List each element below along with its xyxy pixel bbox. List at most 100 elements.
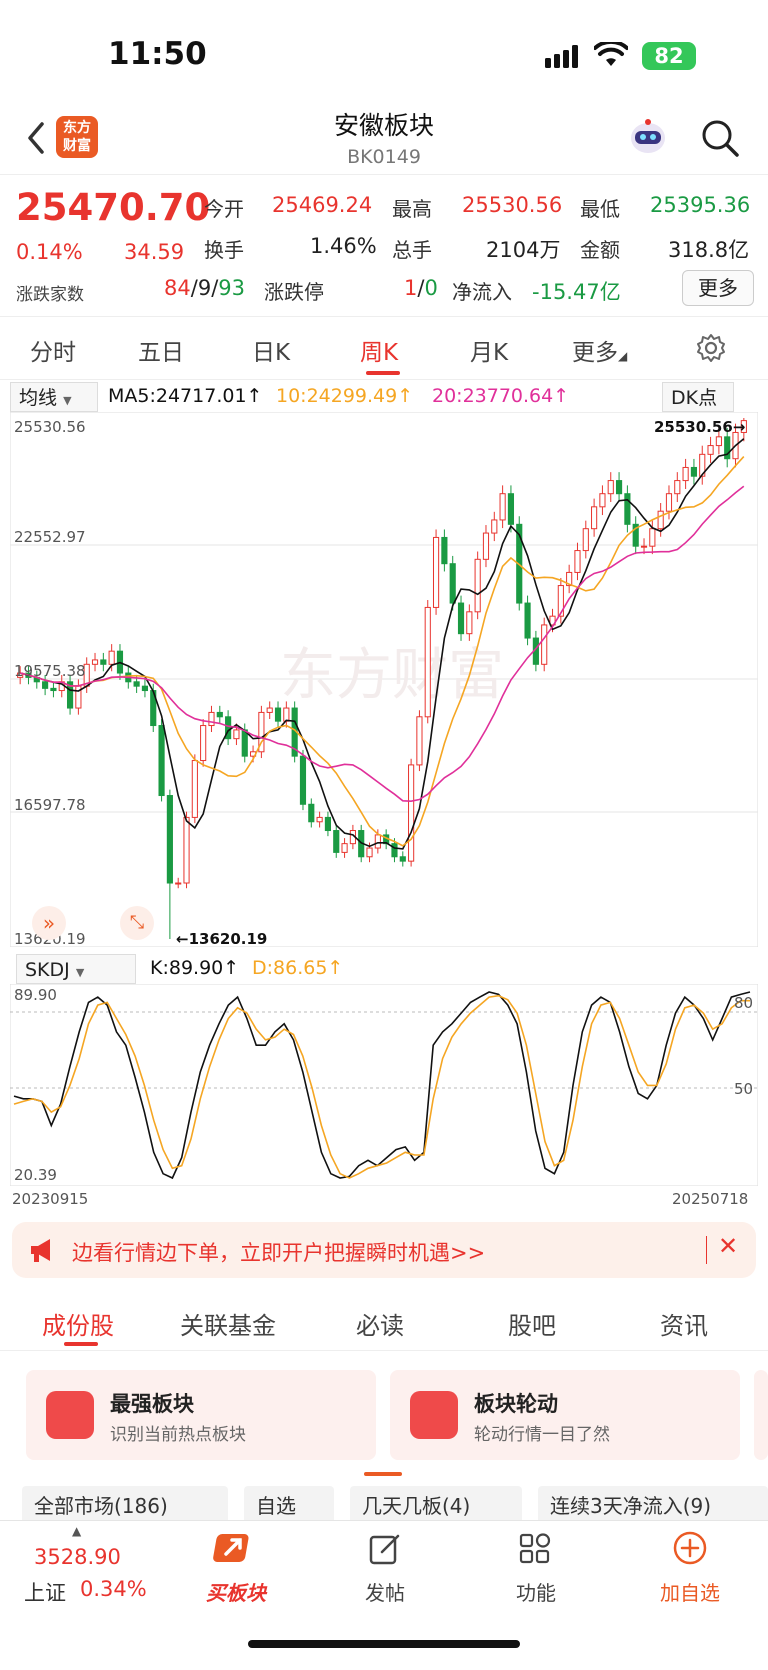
candle-body xyxy=(624,493,631,525)
open-value: 25469.24 xyxy=(272,193,373,217)
candle-body xyxy=(391,843,398,858)
limit-down-count: 0 xyxy=(424,276,438,300)
tab-monthly-k[interactable]: 月K xyxy=(470,333,508,367)
candle-body xyxy=(316,816,323,823)
volume-label: 总手 xyxy=(392,238,432,262)
strongest-sector-card[interactable]: 最强板块 识别当前热点板块 xyxy=(26,1370,376,1460)
card-title: 板块轮动 xyxy=(474,1392,558,1416)
candle-body xyxy=(649,528,656,547)
candle-body xyxy=(491,519,498,534)
dropdown-triangle-icon: ◢ xyxy=(618,349,628,363)
index-pct[interactable]: 0.34% xyxy=(80,1577,147,1601)
ma-select[interactable]: 均线 ▼ xyxy=(10,382,98,412)
candle-body xyxy=(374,834,381,849)
candle-body xyxy=(482,532,490,560)
active-tab-indicator xyxy=(64,1342,98,1346)
expand-up-icon[interactable]: ▲ xyxy=(72,1524,81,1538)
open-label: 今开 xyxy=(204,197,244,221)
down-count: 93 xyxy=(218,276,245,300)
chevron-down-icon: ▼ xyxy=(75,966,85,979)
k-value: K:89.90↑ xyxy=(150,957,240,979)
period-tabs: 分时 五日 日K 周K 月K 更多◢ xyxy=(0,316,768,380)
more-quote-button[interactable]: 更多 xyxy=(682,270,754,306)
candle-body xyxy=(158,725,165,797)
indicator-select[interactable]: SKDJ ▼ xyxy=(16,954,136,984)
limit-up-count: 1 xyxy=(404,276,418,300)
functions-grid-icon[interactable] xyxy=(518,1532,552,1566)
price-axis-mid1: 22552.97 xyxy=(14,528,86,546)
tab-news[interactable]: 资讯 xyxy=(660,1306,708,1341)
card-title: 最强板块 xyxy=(110,1392,194,1416)
high-label: 最高 xyxy=(392,197,432,221)
candle-body xyxy=(591,506,598,530)
tab-must-read[interactable]: 必读 xyxy=(356,1306,404,1341)
search-icon[interactable] xyxy=(700,118,740,158)
candle-body xyxy=(449,563,456,604)
candle-body xyxy=(474,558,481,613)
sector-rotation-card[interactable]: 板块轮动 轮动行情一目了然 xyxy=(390,1370,740,1460)
indicator-axis-top: 89.90 xyxy=(14,986,57,1004)
wifi-icon xyxy=(594,42,628,66)
expand-left-icon[interactable]: » xyxy=(32,906,66,940)
ma5-value: MA5:24717.01↑ xyxy=(108,385,263,407)
buy-sector-label[interactable]: 买板块 xyxy=(196,1577,276,1606)
candle-body xyxy=(333,830,340,853)
candle-body xyxy=(607,480,614,495)
post-edit-icon[interactable] xyxy=(368,1532,402,1566)
divider xyxy=(706,1236,707,1264)
volume-value: 2104万 xyxy=(486,238,561,262)
index-name[interactable]: 上证 xyxy=(24,1577,66,1607)
turnover-value: 1.46% xyxy=(310,234,377,258)
settings-gear-icon[interactable] xyxy=(696,333,726,363)
price-axis-mid2: 19575.38 xyxy=(14,662,86,680)
candle-body xyxy=(133,681,140,687)
next-card-peek xyxy=(754,1370,768,1460)
clock: 11:50 xyxy=(108,36,207,72)
tab-daily-k[interactable]: 日K xyxy=(252,333,290,367)
functions-label[interactable]: 功能 xyxy=(496,1577,576,1606)
kline-chart[interactable]: 东方财富 xyxy=(10,412,758,947)
promo-text[interactable]: 边看行情边下单，立即开户把握瞬时机遇>> xyxy=(72,1237,485,1267)
status-bar: 11:50 82 xyxy=(0,0,768,100)
candle-body xyxy=(408,764,415,862)
divider xyxy=(0,1350,768,1351)
candle-body xyxy=(457,602,465,635)
max-price-marker: 25530.56→ xyxy=(654,418,746,436)
candle-body xyxy=(574,550,581,573)
indicator-level-50: 50 xyxy=(734,1080,754,1098)
candle-body xyxy=(50,687,57,692)
assistant-robot-icon[interactable] xyxy=(628,116,668,158)
buy-sector-icon[interactable] xyxy=(210,1530,256,1570)
close-icon[interactable]: ✕ xyxy=(718,1232,738,1260)
candle-body xyxy=(541,624,548,665)
post-label[interactable]: 发帖 xyxy=(345,1577,425,1606)
skdj-chart[interactable] xyxy=(10,984,758,1186)
tab-forum[interactable]: 股吧 xyxy=(508,1306,556,1341)
netflow-label: 净流入 xyxy=(452,280,512,304)
candle-body xyxy=(366,847,373,858)
index-value[interactable]: 3528.90 xyxy=(34,1545,121,1569)
tab-more[interactable]: 更多◢ xyxy=(572,333,627,367)
tab-related-funds[interactable]: 关联基金 xyxy=(180,1306,276,1341)
watermark: 东方财富 xyxy=(280,643,504,708)
megaphone-icon xyxy=(31,1239,50,1262)
limit-values: 1/0 xyxy=(404,276,438,300)
candle-body xyxy=(615,480,623,495)
candle-body xyxy=(208,711,215,727)
dk-point-button[interactable]: DK点◢ xyxy=(662,382,734,437)
candle-body xyxy=(216,711,223,718)
add-watchlist-icon[interactable] xyxy=(672,1530,708,1566)
tab-intraday[interactable]: 分时 xyxy=(30,333,76,367)
active-tab-indicator xyxy=(366,371,400,375)
fullscreen-icon[interactable]: ⤡ xyxy=(120,906,154,940)
candle-body xyxy=(599,493,606,508)
candle-body xyxy=(183,816,190,884)
candle-body xyxy=(499,493,506,521)
add-watchlist-label[interactable]: 加自选 xyxy=(650,1577,730,1606)
tab-five-day[interactable]: 五日 xyxy=(138,333,184,367)
tab-weekly-k[interactable]: 周K xyxy=(360,333,398,367)
tab-constituents[interactable]: 成份股 xyxy=(42,1306,114,1341)
indicator-level-80: 80 xyxy=(734,994,754,1012)
d-value: D:86.65↑ xyxy=(252,957,344,979)
candle-body xyxy=(100,659,107,665)
